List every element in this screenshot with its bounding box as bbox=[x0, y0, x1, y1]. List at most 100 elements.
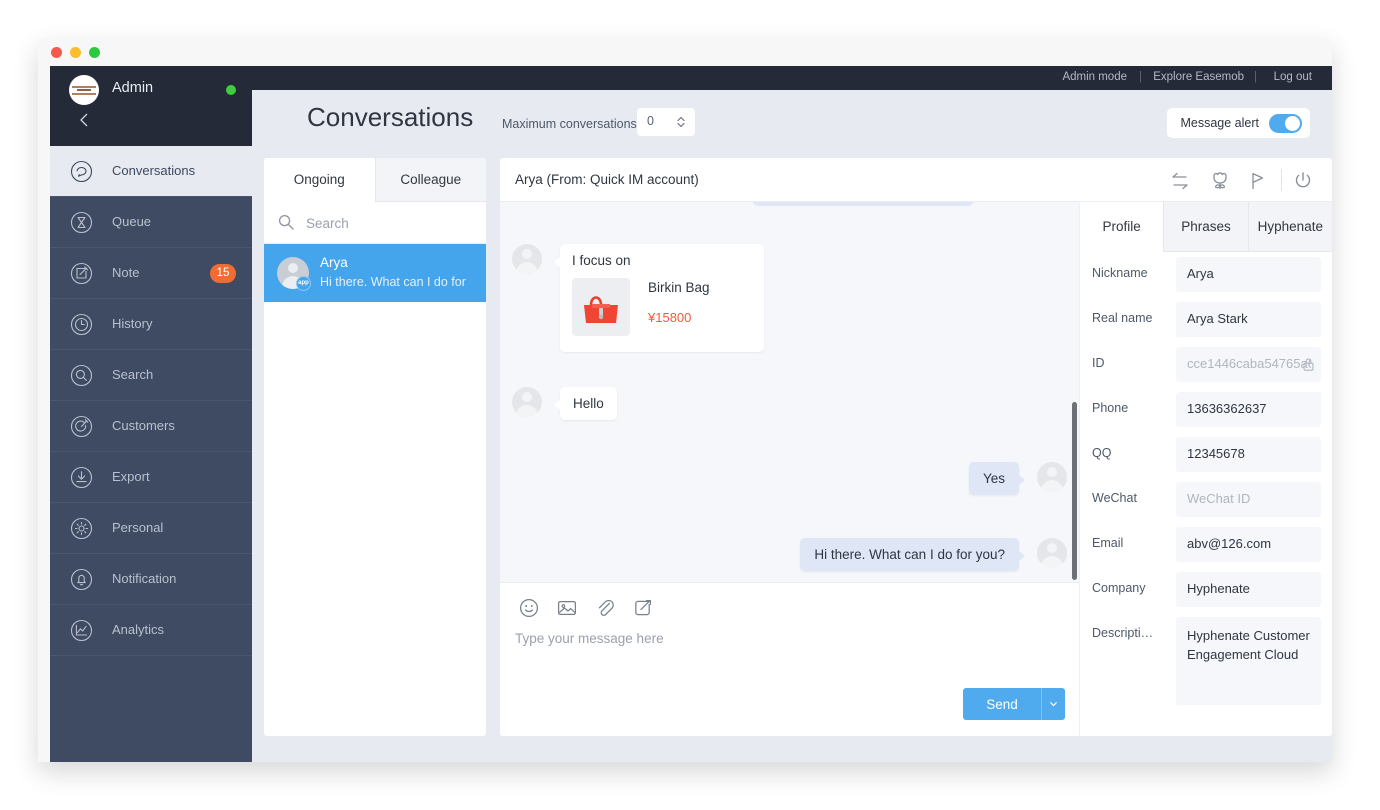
message-input[interactable] bbox=[513, 628, 1033, 648]
product-price: ¥15800 bbox=[648, 310, 692, 325]
sidebar-item-queue[interactable]: Queue bbox=[50, 197, 252, 248]
message-list-scrollbar[interactable] bbox=[1072, 402, 1077, 580]
profile-field-input[interactable]: 13636362637 bbox=[1176, 392, 1321, 427]
chat-title: Arya (From: Quick IM account) bbox=[515, 172, 699, 187]
download-circle-icon bbox=[70, 466, 93, 489]
sidebar-item-label: Customers bbox=[112, 418, 175, 433]
sidebar-item-personal[interactable]: Personal bbox=[50, 503, 252, 554]
message-alert-control[interactable]: Message alert bbox=[1167, 108, 1310, 138]
profile-field-input[interactable]: 12345678 bbox=[1176, 437, 1321, 472]
topbar-separator: | bbox=[1254, 71, 1257, 83]
sidebar-item-history[interactable]: History bbox=[50, 299, 252, 350]
list-item[interactable]: app Arya Hi there. What can I do for bbox=[264, 244, 486, 302]
message-alert-toggle[interactable] bbox=[1269, 113, 1302, 133]
image-icon[interactable] bbox=[556, 597, 578, 619]
paperclip-icon[interactable] bbox=[594, 597, 616, 619]
profile-field-value: Arya Stark bbox=[1187, 311, 1248, 326]
power-icon[interactable] bbox=[1292, 170, 1314, 192]
avatar bbox=[1037, 538, 1067, 568]
profile-field-value: 12345678 bbox=[1187, 446, 1245, 461]
sidebar-item-label: Personal bbox=[112, 520, 164, 535]
profile-field-row: ID cce1446caba54765a6a51 bbox=[1080, 342, 1332, 387]
transfer-arrows-icon[interactable] bbox=[1169, 170, 1191, 192]
message-preview: Hi there. What can I do for bbox=[320, 275, 466, 289]
profile-field-value: abv@126.com bbox=[1187, 536, 1272, 551]
sidebar-item-notification[interactable]: Notification bbox=[50, 554, 252, 605]
topbar-separator: | bbox=[1139, 71, 1142, 83]
profile-field-row: WeChat WeChat ID bbox=[1080, 477, 1332, 522]
tab-hyphenate[interactable]: Hyphenate bbox=[1247, 202, 1332, 252]
send-button-group: Send bbox=[963, 688, 1065, 720]
logout-link[interactable]: Log out bbox=[1274, 71, 1312, 83]
sidebar-header: Admin bbox=[50, 66, 252, 146]
window-titlebar bbox=[38, 38, 1332, 66]
minimize-window-button[interactable] bbox=[70, 47, 81, 58]
profile-tabs: Profile Phrases Hyphenate bbox=[1080, 202, 1332, 252]
tab-phrases[interactable]: Phrases bbox=[1163, 202, 1248, 252]
link-square-icon[interactable] bbox=[632, 597, 654, 619]
product-card[interactable]: Birkin Bag ¥15800 bbox=[572, 278, 752, 340]
search-input[interactable] bbox=[304, 213, 464, 233]
profile-field-row: Email abv@126.com bbox=[1080, 522, 1332, 567]
sidebar-item-search[interactable]: Search bbox=[50, 350, 252, 401]
tab-colleague[interactable]: Colleague bbox=[374, 158, 486, 202]
page-title: Conversations bbox=[307, 102, 474, 132]
message-bubble: Hello bbox=[554, 387, 617, 420]
sidebar-item-conversations[interactable]: Conversations bbox=[50, 146, 252, 197]
tab-ongoing[interactable]: Ongoing bbox=[264, 158, 375, 202]
sidebar-item-customers[interactable]: Customers bbox=[50, 401, 252, 452]
bell-circle-icon bbox=[70, 568, 93, 591]
avatar bbox=[512, 387, 542, 417]
max-conversations-stepper[interactable]: 0 bbox=[637, 108, 695, 136]
flower-icon[interactable] bbox=[1209, 170, 1231, 192]
message-list[interactable]: I focus on Birkin Bag ¥15800 Hello Yes H… bbox=[500, 202, 1080, 582]
profile-field-row: Real name Arya Stark bbox=[1080, 297, 1332, 342]
sidebar-item-export[interactable]: Export bbox=[50, 452, 252, 503]
profile-field-row: Company Hyphenate bbox=[1080, 567, 1332, 612]
up-down-chevron-icon[interactable] bbox=[675, 114, 687, 130]
profile-field-label: Real name bbox=[1092, 311, 1153, 325]
conversation-search[interactable] bbox=[264, 202, 486, 244]
avatar bbox=[69, 75, 99, 105]
admin-mode-link[interactable]: Admin mode bbox=[1062, 71, 1127, 83]
hourglass-circle-icon bbox=[70, 211, 93, 234]
topbar: Admin mode | Explore Easemob | Log out bbox=[252, 66, 1332, 90]
sidebar-item-label: Search bbox=[112, 367, 154, 382]
profile-field-input[interactable]: Hyphenate Customer Engagement Cloud bbox=[1176, 617, 1321, 705]
sidebar-item-label: Export bbox=[112, 469, 150, 484]
explore-easemob-link[interactable]: Explore Easemob bbox=[1153, 71, 1244, 83]
message-bubble: I focus on Birkin Bag ¥15800 bbox=[554, 244, 764, 352]
profile-field-label: QQ bbox=[1092, 446, 1112, 460]
profile-field-input[interactable]: Hyphenate bbox=[1176, 572, 1321, 607]
tab-profile[interactable]: Profile bbox=[1080, 202, 1164, 252]
close-window-button[interactable] bbox=[51, 47, 62, 58]
profile-field-value: Hyphenate Customer Engagement Cloud bbox=[1187, 628, 1310, 662]
profile-field-row: Nickname Arya bbox=[1080, 252, 1332, 297]
gear-circle-icon bbox=[70, 517, 93, 540]
application-root: Admin Conversations Queue Note 15 History Sea… bbox=[50, 66, 1332, 762]
smiley-icon[interactable] bbox=[518, 597, 540, 619]
sidebar-item-analytics[interactable]: Analytics bbox=[50, 605, 252, 656]
sidebar-item-note[interactable]: Note 15 bbox=[50, 248, 252, 299]
message-composer: Send bbox=[500, 582, 1080, 736]
search-icon bbox=[278, 214, 294, 235]
contact-name: Arya bbox=[320, 255, 348, 270]
profile-field-input[interactable]: abv@126.com bbox=[1176, 527, 1321, 562]
sidebar-item-label: Analytics bbox=[112, 622, 165, 637]
conversation-list-panel: OngoingColleague app Arya Hi there. What c… bbox=[264, 158, 486, 736]
message-bubble bbox=[753, 202, 973, 206]
message-bubble: Hi there. What can I do for you? bbox=[800, 538, 1025, 571]
sidebar-item-label: History bbox=[112, 316, 153, 331]
profile-field-input[interactable]: Arya Stark bbox=[1176, 302, 1321, 337]
profile-field-label: Nickname bbox=[1092, 266, 1148, 280]
send-button[interactable]: Send bbox=[963, 688, 1041, 720]
profile-field-input[interactable]: Arya bbox=[1176, 257, 1321, 292]
chevron-left-icon[interactable] bbox=[75, 110, 93, 130]
zoom-window-button[interactable] bbox=[89, 47, 100, 58]
chevron-down-icon[interactable] bbox=[1041, 688, 1065, 720]
flag-icon[interactable] bbox=[1247, 170, 1269, 192]
profile-field-input[interactable]: WeChat ID bbox=[1176, 482, 1321, 517]
profile-field-value: cce1446caba54765a6a51 bbox=[1187, 356, 1311, 371]
profile-field-input[interactable]: cce1446caba54765a6a51 bbox=[1176, 347, 1321, 382]
profile-field-value: Hyphenate bbox=[1187, 581, 1250, 596]
